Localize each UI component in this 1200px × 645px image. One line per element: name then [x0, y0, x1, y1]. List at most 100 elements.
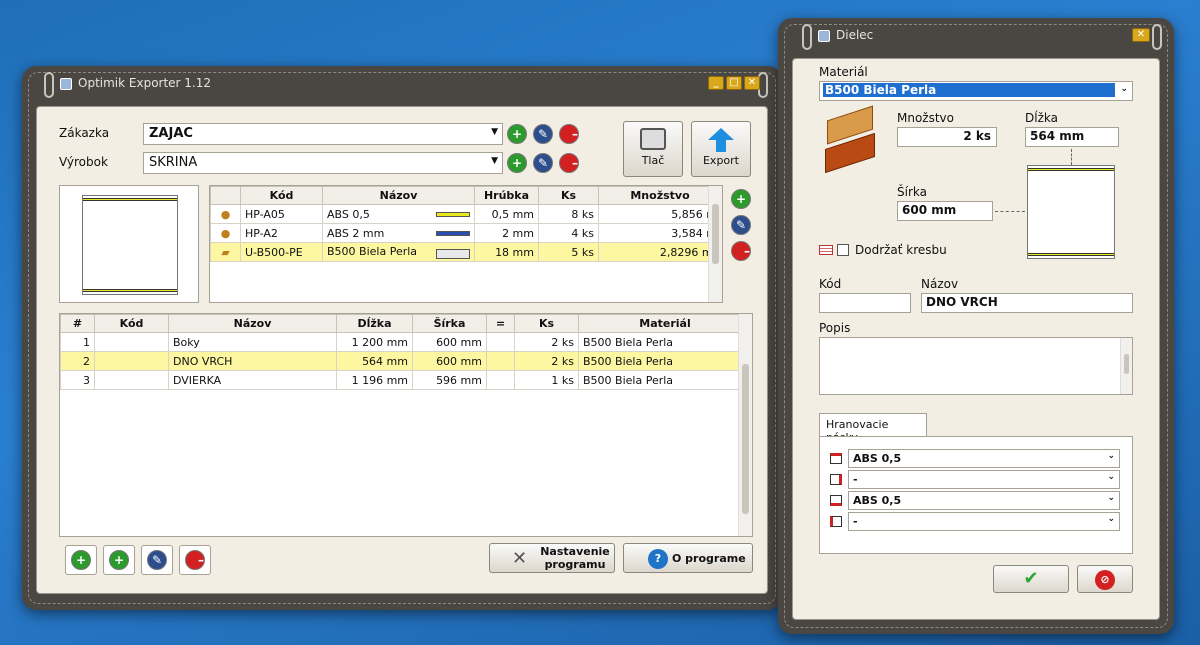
- edit-zakazka-button[interactable]: ✎: [533, 124, 553, 144]
- part-ks: 2 ks: [514, 332, 579, 352]
- chevron-down-icon: ⌄: [1107, 514, 1115, 524]
- sirka-value: 600 mm: [902, 203, 957, 217]
- part-num: 3: [60, 370, 95, 390]
- col-length[interactable]: Dĺžka: [336, 314, 413, 333]
- kod-field[interactable]: [819, 293, 911, 313]
- dialog-icon: [818, 30, 830, 42]
- delete-part-button[interactable]: –: [179, 545, 211, 575]
- delete-material-button[interactable]: –: [731, 241, 751, 261]
- col-name[interactable]: Názov: [322, 186, 475, 205]
- about-label: O programe: [672, 552, 746, 565]
- col-eq[interactable]: =: [486, 314, 515, 333]
- grain-icon: [819, 245, 833, 255]
- popis-scrollbar[interactable]: [1120, 338, 1132, 394]
- edge-select[interactable]: - ⌄: [848, 512, 1120, 531]
- part-row[interactable]: 2 DNO VRCH 564 mm 600 mm 2 ks B500 Biela…: [60, 351, 752, 371]
- add-zakazka-button[interactable]: +: [507, 124, 527, 144]
- edit-vyrobok-button[interactable]: ✎: [533, 153, 553, 173]
- edge-select[interactable]: ABS 0,5 ⌄: [848, 491, 1120, 510]
- vyrobok-combo[interactable]: SKRINA ▼: [143, 152, 503, 174]
- ok-button[interactable]: ✔: [993, 565, 1069, 593]
- vyrobok-value: SKRINA: [149, 155, 198, 170]
- tools-icon: ✕: [512, 548, 528, 569]
- add-vyrobok-button[interactable]: +: [507, 153, 527, 173]
- part-row[interactable]: 3 DVIERKA 1 196 mm 596 mm 1 ks B500 Biel…: [60, 370, 752, 390]
- nazov-value: DNO VRCH: [926, 295, 998, 309]
- add-part-plus-button[interactable]: +: [103, 545, 135, 575]
- material-code: HP-A05: [240, 204, 323, 224]
- tab-hranovacie[interactable]: Hranovacie pásky: [819, 413, 927, 444]
- dlzka-field[interactable]: 564 mm: [1025, 127, 1119, 147]
- delete-zakazka-button[interactable]: –: [559, 124, 579, 144]
- part-row[interactable]: 1 Boky 1 200 mm 600 mm 2 ks B500 Biela P…: [60, 332, 752, 352]
- scroll-thumb[interactable]: [712, 204, 719, 264]
- part-name: DNO VRCH: [168, 351, 337, 371]
- add-material-button[interactable]: +: [731, 189, 751, 209]
- scroll-thumb[interactable]: [742, 364, 749, 514]
- col-thick[interactable]: Hrúbka: [474, 186, 539, 205]
- add-part-button[interactable]: +: [65, 545, 97, 575]
- print-button[interactable]: Tlač: [623, 121, 683, 177]
- materials-table: Kód Názov Hrúbka Ks Množstvo ● HP-A05 AB…: [209, 185, 723, 303]
- chevron-down-icon: ▼: [491, 156, 498, 166]
- col-qty[interactable]: Množstvo: [598, 186, 722, 205]
- wood-icon: [821, 105, 881, 174]
- edit-part-button[interactable]: ✎: [141, 545, 173, 575]
- part-ks: 2 ks: [514, 351, 579, 371]
- part-code: [94, 370, 169, 390]
- delete-vyrobok-button[interactable]: –: [559, 153, 579, 173]
- col-material[interactable]: Materiál: [578, 314, 752, 333]
- edge-select[interactable]: ABS 0,5 ⌄: [848, 449, 1120, 468]
- part-ks: 1 ks: [514, 370, 579, 390]
- material-ks: 5 ks: [538, 242, 599, 262]
- material-row[interactable]: ● HP-A05 ABS 0,5 0,5 mm 8 ks 5,856 m: [210, 204, 722, 224]
- popis-field[interactable]: [819, 337, 1133, 395]
- part-code: [94, 332, 169, 352]
- sirka-field[interactable]: 600 mm: [897, 201, 993, 221]
- material-row[interactable]: ▰ U-B500-PE B500 Biela Perla 18 mm 5 ks …: [210, 242, 722, 262]
- material-combo[interactable]: B500 Biela Perla ⌄: [819, 81, 1133, 101]
- nazov-field[interactable]: DNO VRCH: [921, 293, 1133, 313]
- material-row[interactable]: ● HP-A2 ABS 2 mm 2 mm 4 ks 3,584 m: [210, 223, 722, 243]
- material-value: B500 Biela Perla: [823, 83, 1115, 97]
- col-part-code[interactable]: Kód: [94, 314, 169, 333]
- window-title: Optimik Exporter 1.12: [78, 76, 212, 90]
- close-button[interactable]: ✕: [744, 76, 760, 90]
- plus-star-icon: +: [109, 550, 129, 570]
- minimize-button[interactable]: _: [708, 76, 724, 90]
- materials-scrollbar[interactable]: [708, 186, 722, 302]
- color-swatch: [436, 211, 470, 217]
- main-window: Optimik Exporter 1.12 _ □ ✕ Zákazka ZAJA…: [22, 66, 782, 610]
- col-part-name[interactable]: Názov: [168, 314, 337, 333]
- about-button[interactable]: ? O programe: [623, 543, 753, 573]
- edit-material-button[interactable]: ✎: [731, 215, 751, 235]
- scroll-thumb[interactable]: [1124, 354, 1129, 374]
- part-eq: [486, 351, 515, 371]
- edge-bottom: [1028, 253, 1114, 256]
- parts-scrollbar[interactable]: [738, 314, 752, 536]
- export-button[interactable]: Export: [691, 121, 751, 177]
- material-name-text: ABS 0,5: [327, 207, 370, 221]
- settings-label: Nastavenie programu: [540, 545, 610, 571]
- part-code: [94, 351, 169, 371]
- maximize-button[interactable]: □: [726, 76, 742, 90]
- col-ks[interactable]: Ks: [538, 186, 599, 205]
- edge-select[interactable]: - ⌄: [848, 470, 1120, 489]
- zakazka-combo[interactable]: ZAJAC ▼: [143, 123, 503, 145]
- col-num[interactable]: #: [60, 314, 95, 333]
- col-width[interactable]: Šírka: [412, 314, 487, 333]
- dodrzat-checkbox[interactable]: [837, 244, 849, 256]
- mnozstvo-field[interactable]: 2 ks: [897, 127, 997, 147]
- cancel-button[interactable]: ⊘: [1077, 565, 1133, 593]
- edge-top: [83, 198, 177, 201]
- dialog-close-button[interactable]: ✕: [1132, 28, 1150, 42]
- col-code[interactable]: Kód: [240, 186, 323, 205]
- col-part-ks[interactable]: Ks: [514, 314, 579, 333]
- part-width: 600 mm: [412, 351, 487, 371]
- part-eq: [486, 370, 515, 390]
- part-num: 1: [60, 332, 95, 352]
- dodrzat-label: Dodržať kresbu: [855, 243, 947, 257]
- chevron-down-icon: ▼: [491, 127, 498, 137]
- settings-button[interactable]: ✕ Nastavenie programu: [489, 543, 615, 573]
- parts-table: # Kód Názov Dĺžka Šírka = Ks Materiál 1 …: [59, 313, 753, 537]
